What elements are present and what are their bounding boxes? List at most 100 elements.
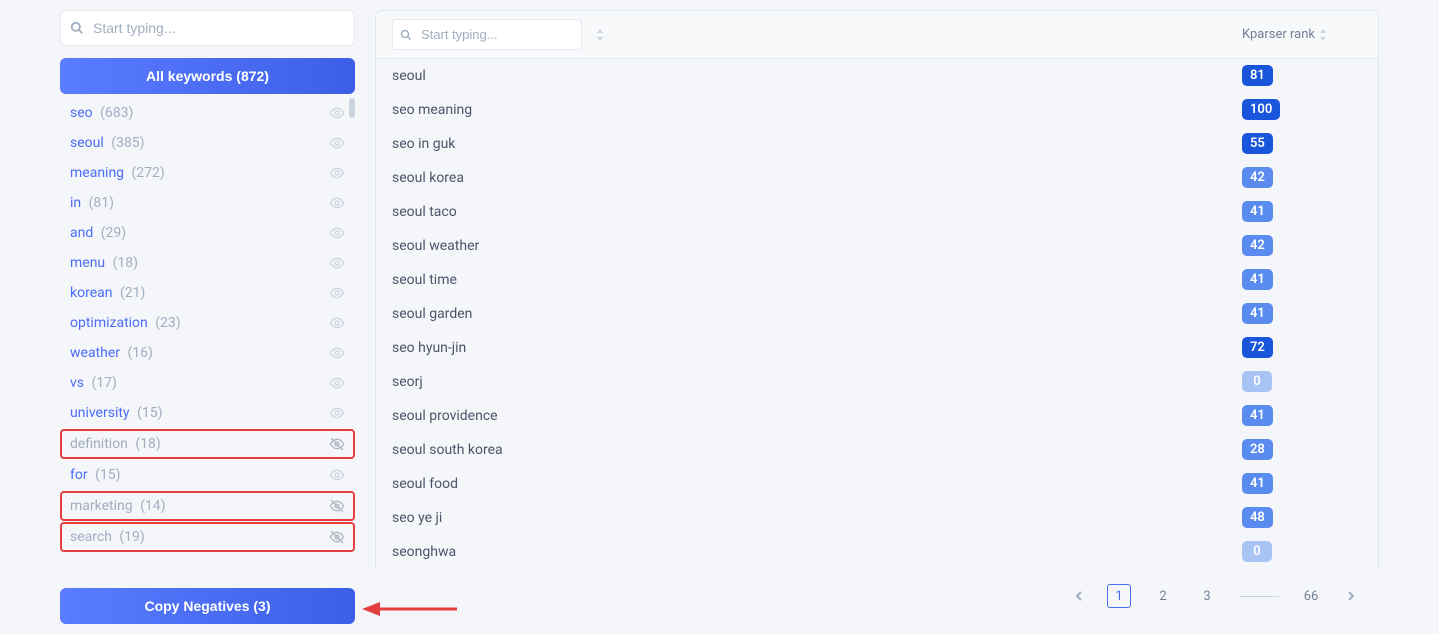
table-row[interactable]: seo ye ji48 <box>376 501 1378 535</box>
sidebar-item-vs[interactable]: vs (17) <box>60 368 355 398</box>
keyword-cell: seoul garden <box>392 306 1242 322</box>
eye-icon[interactable] <box>329 405 345 421</box>
table-row[interactable]: seoul food41 <box>376 467 1378 501</box>
eye-icon[interactable] <box>329 467 345 483</box>
keyword-cell: seo in guk <box>392 136 1242 152</box>
eye-icon[interactable] <box>329 135 345 151</box>
rank-badge: 81 <box>1242 65 1273 86</box>
all-keywords-button[interactable]: All keywords (872) <box>60 58 355 94</box>
page-2[interactable]: 2 <box>1151 584 1175 608</box>
sidebar-item-optimization[interactable]: optimization (23) <box>60 308 355 338</box>
copy-negatives-button[interactable]: Copy Negatives (3) <box>60 588 355 624</box>
sidebar: All keywords (872) seo (683) seoul (385) m… <box>60 10 355 624</box>
table-row[interactable]: seoul korea42 <box>376 161 1378 195</box>
eye-icon[interactable] <box>329 195 345 211</box>
eye-icon[interactable] <box>329 165 345 181</box>
sidebar-item-marketing[interactable]: marketing (14) <box>60 491 355 521</box>
rank-cell: 41 <box>1242 201 1362 222</box>
eye-icon[interactable] <box>329 315 345 331</box>
table-row[interactable]: seonghwa0 <box>376 535 1378 568</box>
table-search-box <box>392 19 592 50</box>
rank-cell: 41 <box>1242 269 1362 290</box>
sidebar-item-label: university (15) <box>70 405 162 421</box>
main-panel: Kparser rank seoul81seo meaning100seo in… <box>375 10 1379 624</box>
next-page-icon[interactable] <box>1343 588 1359 604</box>
keyword-cell: seorj <box>392 374 1242 390</box>
table-row[interactable]: seo meaning100 <box>376 93 1378 127</box>
rank-cell: 72 <box>1242 337 1362 358</box>
eye-icon[interactable] <box>329 225 345 241</box>
table-row[interactable]: seoul taco41 <box>376 195 1378 229</box>
sidebar-item-meaning[interactable]: meaning (272) <box>60 158 355 188</box>
table-row[interactable]: seo in guk55 <box>376 127 1378 161</box>
keyword-cell: seoul south korea <box>392 442 1242 458</box>
sidebar-item-korean[interactable]: korean (21) <box>60 278 355 308</box>
page-3[interactable]: 3 <box>1195 584 1219 608</box>
eye-off-icon[interactable] <box>329 498 345 514</box>
search-icon <box>70 21 84 35</box>
eye-icon[interactable] <box>329 255 345 271</box>
rank-cell: 28 <box>1242 439 1362 460</box>
sidebar-item-label: korean (21) <box>70 285 145 301</box>
sidebar-item-label: seo (683) <box>70 105 133 121</box>
sidebar-item-label: search (19) <box>70 529 145 545</box>
page-last[interactable]: 66 <box>1299 584 1323 608</box>
sidebar-item-label: menu (18) <box>70 255 138 271</box>
table-row[interactable]: seorj0 <box>376 365 1378 399</box>
table-body: seoul81seo meaning100seo in guk55seoul k… <box>375 59 1379 568</box>
keyword-cell: seoul providence <box>392 408 1242 424</box>
pagination: 123 66 <box>375 568 1379 624</box>
keyword-cell: seo hyun-jin <box>392 340 1242 356</box>
sidebar-item-and[interactable]: and (29) <box>60 218 355 248</box>
keyword-cell: seonghwa <box>392 544 1242 560</box>
keyword-cell: seoul time <box>392 272 1242 288</box>
rank-header-label: Kparser rank <box>1242 27 1315 42</box>
sidebar-item-in[interactable]: in (81) <box>60 188 355 218</box>
prev-page-icon[interactable] <box>1071 588 1087 604</box>
sidebar-item-label: definition (18) <box>70 436 161 452</box>
rank-cell: 0 <box>1242 371 1362 392</box>
rank-cell: 41 <box>1242 473 1362 494</box>
table-row[interactable]: seoul81 <box>376 59 1378 93</box>
rank-cell: 0 <box>1242 541 1362 562</box>
eye-off-icon[interactable] <box>329 529 345 545</box>
sidebar-item-for[interactable]: for (15) <box>60 460 355 490</box>
table-row[interactable]: seoul weather42 <box>376 229 1378 263</box>
sidebar-item-label: weather (16) <box>70 345 153 361</box>
keyword-cell: seo meaning <box>392 102 1242 118</box>
sidebar-item-label: marketing (14) <box>70 498 165 514</box>
keyword-cell: seo ye ji <box>392 510 1242 526</box>
sort-icon[interactable] <box>596 29 604 41</box>
keyword-list: seo (683) seoul (385) meaning (272)in (81)… <box>60 98 355 578</box>
rank-cell: 42 <box>1242 167 1362 188</box>
page-1[interactable]: 1 <box>1107 584 1131 608</box>
eye-icon[interactable] <box>329 375 345 391</box>
table-row[interactable]: seo hyun-jin72 <box>376 331 1378 365</box>
keyword-cell: seoul food <box>392 476 1242 492</box>
table-search-input[interactable] <box>392 19 582 50</box>
rank-badge: 72 <box>1242 337 1273 358</box>
sidebar-item-menu[interactable]: menu (18) <box>60 248 355 278</box>
sidebar-item-weather[interactable]: weather (16) <box>60 338 355 368</box>
eye-icon[interactable] <box>329 285 345 301</box>
eye-icon[interactable] <box>329 345 345 361</box>
rank-column-header[interactable]: Kparser rank <box>1242 27 1362 42</box>
sidebar-item-seoul[interactable]: seoul (385) <box>60 128 355 158</box>
table-row[interactable]: seoul time41 <box>376 263 1378 297</box>
sidebar-item-university[interactable]: university (15) <box>60 398 355 428</box>
sidebar-item-search[interactable]: search (19) <box>60 522 355 552</box>
scrollbar-thumb[interactable] <box>349 98 355 118</box>
rank-badge: 42 <box>1242 167 1273 188</box>
sidebar-item-definition[interactable]: definition (18) <box>60 429 355 459</box>
keyword-cell: seoul korea <box>392 170 1242 186</box>
sidebar-item-seo[interactable]: seo (683) <box>60 98 355 128</box>
sidebar-search-input[interactable] <box>60 10 355 46</box>
table-row[interactable]: seoul garden41 <box>376 297 1378 331</box>
table-row[interactable]: seoul south korea28 <box>376 433 1378 467</box>
rank-cell: 42 <box>1242 235 1362 256</box>
rank-cell: 100 <box>1242 99 1362 120</box>
eye-off-icon[interactable] <box>329 436 345 452</box>
sidebar-item-label: seoul (385) <box>70 135 145 151</box>
table-row[interactable]: seoul providence41 <box>376 399 1378 433</box>
eye-icon[interactable] <box>329 105 345 121</box>
